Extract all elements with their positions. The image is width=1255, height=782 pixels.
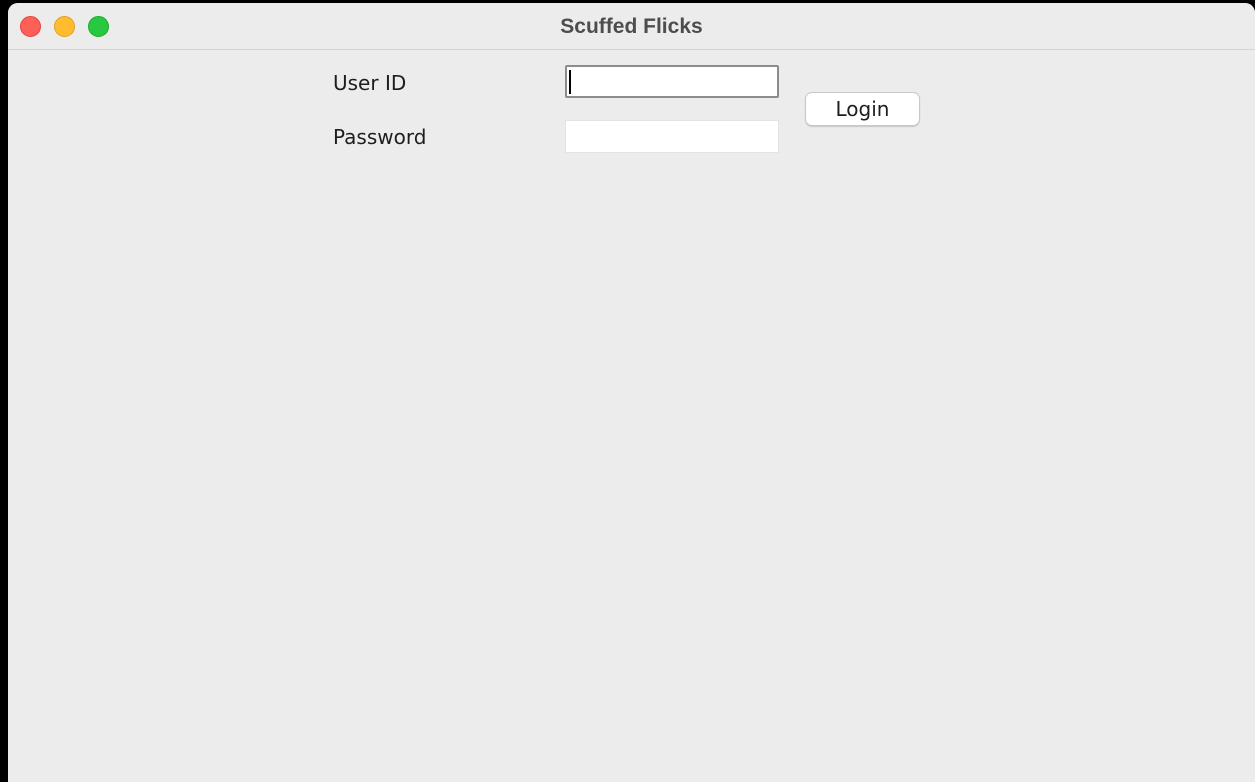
password-label: Password	[333, 125, 427, 149]
app-window: Scuffed Flicks User ID Password Login	[8, 3, 1255, 782]
title-bar[interactable]: Scuffed Flicks	[8, 3, 1255, 50]
login-panel: User ID Password Login	[8, 51, 1255, 782]
login-button[interactable]: Login	[805, 92, 920, 126]
user-id-label: User ID	[333, 71, 407, 95]
window-title: Scuffed Flicks	[560, 15, 703, 38]
text-caret	[569, 70, 571, 94]
user-id-field[interactable]	[565, 65, 779, 98]
password-field[interactable]	[565, 120, 779, 153]
